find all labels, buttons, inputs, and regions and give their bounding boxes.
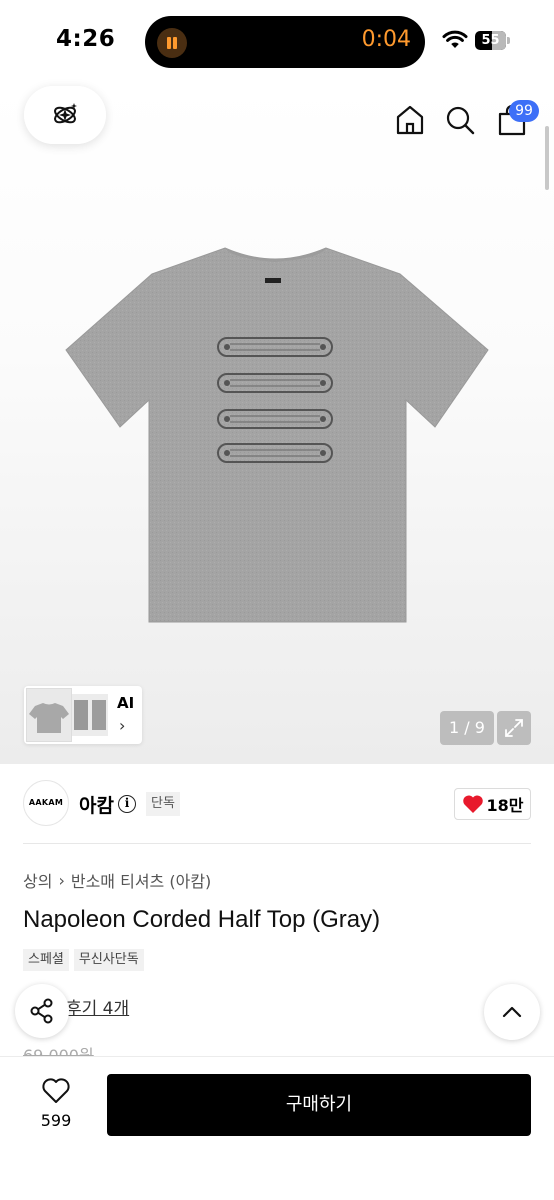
brand-like-button[interactable]: 18만 [454,788,531,820]
status-bar: 4:26 0:04 55 [0,0,554,84]
brand-name[interactable]: 아캄 [79,791,114,818]
chevron-right-icon: › [58,870,65,890]
ai-button[interactable] [24,86,106,144]
expand-icon [505,719,523,737]
cart-badge: 99 [509,100,539,122]
scroll-indicator [545,126,549,190]
island-timer: 0:04 [361,27,411,52]
battery-indicator: 55 [475,31,510,50]
like-count: 18만 [486,796,524,815]
pause-icon[interactable] [157,28,187,58]
status-time: 4:26 [56,26,116,52]
thumbnail-model[interactable] [72,694,108,736]
breadcrumb: 상의 › 반소매 티셔츠 (아캄) [23,868,211,892]
product-title: Napoleon Corded Half Top (Gray) [23,906,381,933]
scroll-to-top-button[interactable] [484,984,540,1040]
wish-button[interactable]: 599 [28,1077,84,1137]
info-icon[interactable]: i [118,795,136,813]
ai-sparkle-icon [54,103,77,124]
home-icon[interactable] [395,104,425,136]
tag-special: 스페셜 [23,949,69,971]
page-counter: 1 / 9 [440,711,494,745]
brand-logo[interactable]: AAKAM [23,780,69,826]
chevron-right-icon[interactable]: › [119,716,125,735]
expand-button[interactable] [497,711,531,745]
breadcrumb-category[interactable]: 상의 [23,868,52,892]
battery-level: 55 [481,33,500,48]
original-price: 69,000원 [23,1046,94,1056]
thumbnail-front[interactable] [26,688,72,742]
divider [23,843,531,844]
bottom-action-bar: 599 구매하기 [0,1056,554,1200]
wifi-icon [442,30,468,48]
thumbnail-ai-label: AI [117,694,135,712]
product-tags: 스페셜 무신사단독 [23,949,144,971]
thumbnail-strip[interactable]: AI › [24,686,142,744]
dynamic-island[interactable]: 0:04 [145,16,425,68]
heart-outline-icon [42,1078,70,1103]
heart-filled-icon [462,795,483,813]
gray-tshirt-image [65,247,489,623]
review-link[interactable]: 후기 4개 [66,994,129,1019]
share-icon [30,998,53,1024]
wish-count: 599 [40,1111,72,1130]
tag-musinsa-exclusive: 무신사단독 [73,949,144,971]
breadcrumb-subcategory[interactable]: 반소매 티셔츠 (아캄) [71,868,211,892]
exclusive-tag: 단독 [146,792,180,816]
buy-button[interactable]: 구매하기 [107,1074,531,1136]
chevron-up-icon [502,1006,522,1018]
search-icon[interactable] [445,104,475,136]
share-button[interactable] [15,984,69,1038]
